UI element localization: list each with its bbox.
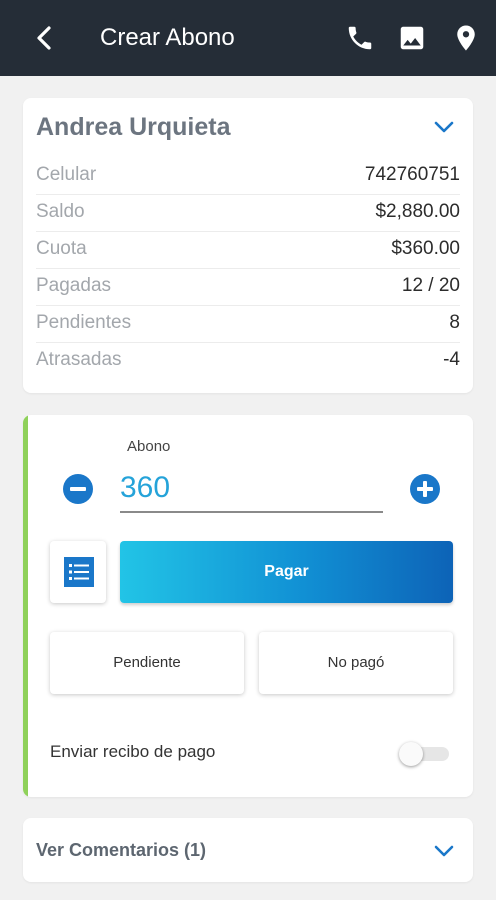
info-row-atrasadas: Atrasadas -4	[36, 343, 460, 380]
app-bar: Crear Abono	[0, 0, 496, 76]
info-row-pagadas: Pagadas 12 / 20	[36, 269, 460, 306]
amount-input[interactable]	[120, 465, 383, 513]
info-label: Celular	[36, 164, 97, 185]
info-value: -4	[443, 349, 460, 370]
info-value: $2,880.00	[375, 201, 460, 222]
list-icon	[64, 557, 94, 587]
info-row-celular: Celular 742760751	[36, 158, 460, 195]
info-label: Atrasadas	[36, 349, 122, 370]
page-title: Crear Abono	[100, 24, 235, 51]
toggle-knob	[399, 742, 423, 766]
payment-list-button[interactable]	[50, 541, 106, 603]
pending-button[interactable]: Pendiente	[50, 632, 244, 694]
increment-button[interactable]	[410, 474, 440, 504]
chevron-down-icon[interactable]	[432, 119, 456, 135]
phone-icon[interactable]	[345, 22, 375, 54]
chevron-down-icon[interactable]	[432, 843, 456, 859]
info-value: 12 / 20	[401, 275, 460, 296]
info-label: Pendientes	[36, 312, 132, 333]
send-receipt-toggle[interactable]	[399, 742, 451, 766]
info-row-saldo: Saldo $2,880.00	[36, 195, 460, 232]
info-label: Cuota	[36, 238, 87, 259]
send-receipt-label: Enviar recibo de pago	[50, 742, 216, 761]
info-label: Pagadas	[36, 275, 112, 296]
info-value: $360.00	[391, 238, 460, 259]
info-label: Saldo	[36, 201, 85, 222]
payment-card: Abono Pagar Pendiente No pagó Enviar rec…	[23, 415, 473, 797]
amount-label: Abono	[127, 438, 171, 455]
pay-button[interactable]: Pagar	[120, 541, 453, 603]
location-pin-icon[interactable]	[451, 22, 481, 54]
info-value: 742760751	[364, 164, 460, 185]
info-value: 8	[449, 312, 460, 333]
arrow-back-icon[interactable]	[30, 22, 62, 54]
client-name: Andrea Urquieta	[36, 113, 231, 141]
accent-bar	[23, 415, 28, 797]
comments-label: Ver Comentarios (1)	[36, 840, 207, 860]
decrement-button[interactable]	[63, 474, 93, 504]
no-pay-button[interactable]: No pagó	[259, 632, 453, 694]
info-row-cuota: Cuota $360.00	[36, 232, 460, 269]
client-summary-card: Andrea Urquieta Celular 742760751 Saldo …	[23, 98, 473, 393]
info-row-pendientes: Pendientes 8	[36, 306, 460, 343]
comments-card[interactable]: Ver Comentarios (1)	[23, 818, 473, 882]
image-icon[interactable]	[397, 22, 427, 54]
